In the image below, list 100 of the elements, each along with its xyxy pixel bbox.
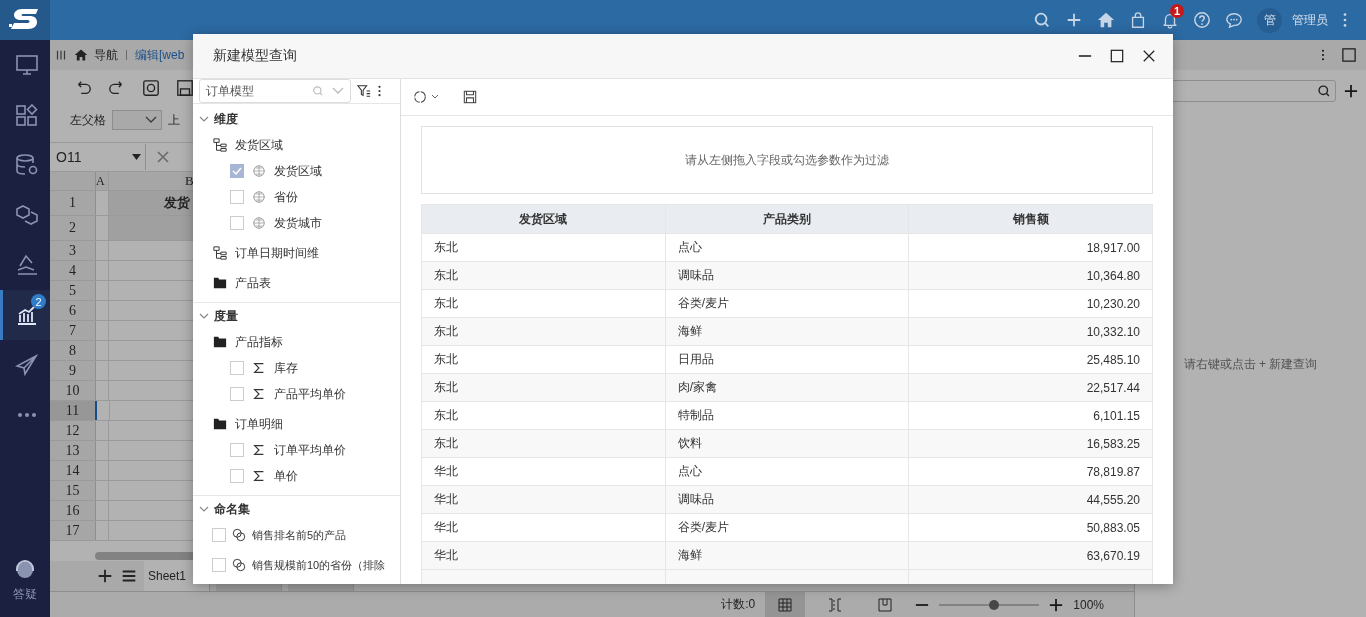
add-sheet-icon[interactable] bbox=[96, 567, 114, 585]
column-header[interactable]: B bbox=[185, 173, 194, 189]
row-header[interactable]: 13 bbox=[50, 441, 96, 460]
nav-link[interactable]: 导航 bbox=[94, 46, 118, 64]
section-header[interactable]: 维度 bbox=[193, 106, 400, 132]
table-cell-text: 25,485.10 bbox=[1085, 351, 1141, 369]
help-button[interactable]: 答疑 bbox=[0, 558, 50, 617]
tree-item[interactable]: 省份 bbox=[193, 184, 400, 210]
tree-item[interactable]: 发货区域 bbox=[193, 158, 400, 184]
tree-item[interactable]: 产品指标 bbox=[193, 329, 400, 355]
checkbox[interactable] bbox=[230, 164, 244, 178]
row-header[interactable]: 1 bbox=[50, 191, 96, 215]
checkbox[interactable] bbox=[230, 387, 244, 401]
home-icon[interactable] bbox=[74, 48, 88, 62]
plus-icon[interactable] bbox=[1065, 11, 1083, 29]
preview-icon[interactable] bbox=[142, 78, 160, 97]
tree-item[interactable]: 库存 bbox=[193, 355, 400, 381]
zoom-value: 100% bbox=[1073, 597, 1104, 612]
row-header[interactable]: 3 bbox=[50, 241, 96, 260]
tree-item[interactable]: 订单明细 bbox=[193, 411, 400, 437]
paper-plane-icon bbox=[14, 353, 39, 377]
row-header[interactable]: 17 bbox=[50, 521, 96, 540]
cubes-icon bbox=[14, 203, 39, 227]
user-name[interactable]: 管理员 bbox=[1292, 11, 1328, 29]
grid-view-button[interactable] bbox=[765, 592, 806, 617]
save-icon[interactable] bbox=[463, 90, 477, 104]
row-header[interactable]: 9 bbox=[50, 361, 96, 380]
section-header[interactable]: 度量 bbox=[193, 303, 400, 329]
more-icon[interactable] bbox=[377, 84, 382, 98]
count-label: 计数:0 bbox=[721, 596, 756, 613]
checkbox[interactable] bbox=[230, 443, 244, 457]
tree-item[interactable]: 发货城市 bbox=[193, 210, 400, 236]
checkbox[interactable] bbox=[230, 190, 244, 204]
parent-cell-select[interactable] bbox=[112, 110, 162, 130]
table-cell: 调味品 bbox=[665, 486, 910, 513]
row-header[interactable]: 11 bbox=[50, 401, 97, 420]
row-header[interactable]: 5 bbox=[50, 281, 96, 300]
add-icon[interactable] bbox=[1344, 84, 1358, 98]
chat-icon[interactable] bbox=[1225, 11, 1243, 29]
row-header[interactable]: 16 bbox=[50, 501, 96, 520]
tree-item[interactable]: 发货区域 bbox=[193, 132, 400, 158]
search-icon[interactable] bbox=[1033, 11, 1051, 29]
table-cell: 东北 bbox=[422, 234, 666, 261]
app-logo[interactable] bbox=[0, 0, 50, 40]
square-icon[interactable] bbox=[1342, 48, 1356, 62]
help-icon[interactable] bbox=[1193, 11, 1211, 29]
tree-item[interactable]: 订单平均单价 bbox=[193, 437, 400, 463]
table-cell-text: 10,332.10 bbox=[1085, 323, 1141, 341]
globe-icon bbox=[252, 216, 266, 230]
table-cell: 特制品 bbox=[665, 402, 910, 429]
row-header[interactable]: 12 bbox=[50, 421, 96, 440]
monitor-icon bbox=[14, 53, 39, 77]
chevron-down-icon[interactable] bbox=[431, 94, 439, 100]
row-header[interactable]: 10 bbox=[50, 381, 96, 400]
user-avatar[interactable]: 管 bbox=[1257, 7, 1282, 33]
tree-item[interactable]: 产品平均单价 bbox=[193, 381, 400, 407]
save-icon[interactable] bbox=[176, 78, 194, 97]
row-header[interactable]: 15 bbox=[50, 481, 96, 500]
table-cell: 点心 bbox=[665, 458, 910, 485]
cancel-icon[interactable] bbox=[156, 150, 170, 164]
table-cell: 谷类/麦片 bbox=[665, 290, 910, 317]
model-search-field[interactable]: 订单模型 bbox=[199, 79, 351, 103]
row-header[interactable]: 6 bbox=[50, 301, 96, 320]
sigma-icon bbox=[252, 361, 266, 375]
zoom-in-icon[interactable] bbox=[1049, 597, 1064, 612]
refresh-icon[interactable] bbox=[413, 90, 427, 104]
column-header[interactable]: A bbox=[96, 172, 109, 190]
checkbox[interactable] bbox=[212, 558, 226, 572]
row-header[interactable]: 14 bbox=[50, 461, 96, 480]
tree-item[interactable]: 产品表 bbox=[193, 270, 400, 296]
tree-item[interactable]: 单价 bbox=[193, 463, 400, 489]
filter-icon[interactable] bbox=[357, 84, 371, 98]
row-header[interactable]: 4 bbox=[50, 261, 96, 280]
checkbox[interactable] bbox=[230, 216, 244, 230]
table-cell: 华北 bbox=[422, 458, 666, 485]
maximize-icon[interactable] bbox=[1110, 49, 1124, 63]
table-cell-text: 63,670.19 bbox=[1085, 547, 1141, 565]
database-gear-icon bbox=[14, 153, 39, 177]
checkbox[interactable] bbox=[212, 528, 226, 542]
checkbox[interactable] bbox=[230, 469, 244, 483]
tree-item[interactable]: 订单日期时间维 bbox=[193, 240, 400, 266]
menu-icon[interactable] bbox=[54, 48, 68, 62]
tree-item[interactable]: 销售排名前5的产品 bbox=[193, 522, 400, 548]
row-header[interactable]: 7 bbox=[50, 321, 96, 340]
section-header[interactable]: 命名集 bbox=[193, 496, 400, 522]
folder-icon bbox=[213, 417, 227, 431]
row-header[interactable]: 8 bbox=[50, 341, 96, 360]
cell-reference-field[interactable]: O11 bbox=[50, 144, 146, 170]
home-icon[interactable] bbox=[1097, 11, 1115, 29]
close-icon[interactable] bbox=[1142, 49, 1156, 63]
table-cell-text: 18,917.00 bbox=[1085, 239, 1141, 257]
table-cell: 东北 bbox=[422, 430, 666, 457]
table-cell-text: 10,230.20 bbox=[1085, 295, 1141, 313]
filter-drop-area[interactable]: 请从左侧拖入字段或勾选参数作为过滤 bbox=[421, 126, 1153, 194]
sidebar-item[interactable]: 2 bbox=[0, 290, 50, 340]
bag-icon[interactable] bbox=[1129, 11, 1147, 29]
checkbox[interactable] bbox=[230, 361, 244, 375]
editor-tab[interactable]: 编辑[web bbox=[135, 46, 185, 64]
row-header[interactable]: 2 bbox=[50, 216, 96, 240]
slider-thumb[interactable] bbox=[989, 599, 1000, 610]
